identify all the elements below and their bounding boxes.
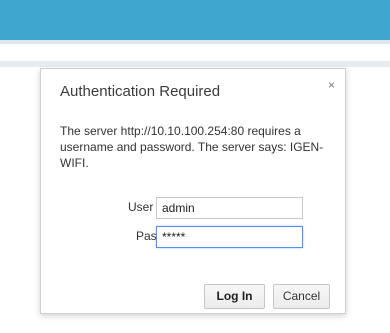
close-icon[interactable]: × [328, 78, 335, 92]
cancel-button[interactable]: Cancel [273, 284, 330, 309]
login-button[interactable]: Log In [204, 284, 265, 309]
browser-top-bar [0, 0, 390, 40]
username-row: User Name: [41, 197, 347, 219]
password-row: Password: [41, 226, 347, 248]
username-field[interactable] [156, 197, 303, 219]
content-divider [0, 61, 390, 67]
auth-message: The server http://10.10.100.254:80 requi… [60, 124, 324, 170]
password-field[interactable] [156, 226, 303, 248]
dialog-title: Authentication Required [60, 83, 221, 100]
top-divider [0, 40, 390, 44]
auth-dialog: Authentication Required × The server htt… [40, 68, 346, 314]
